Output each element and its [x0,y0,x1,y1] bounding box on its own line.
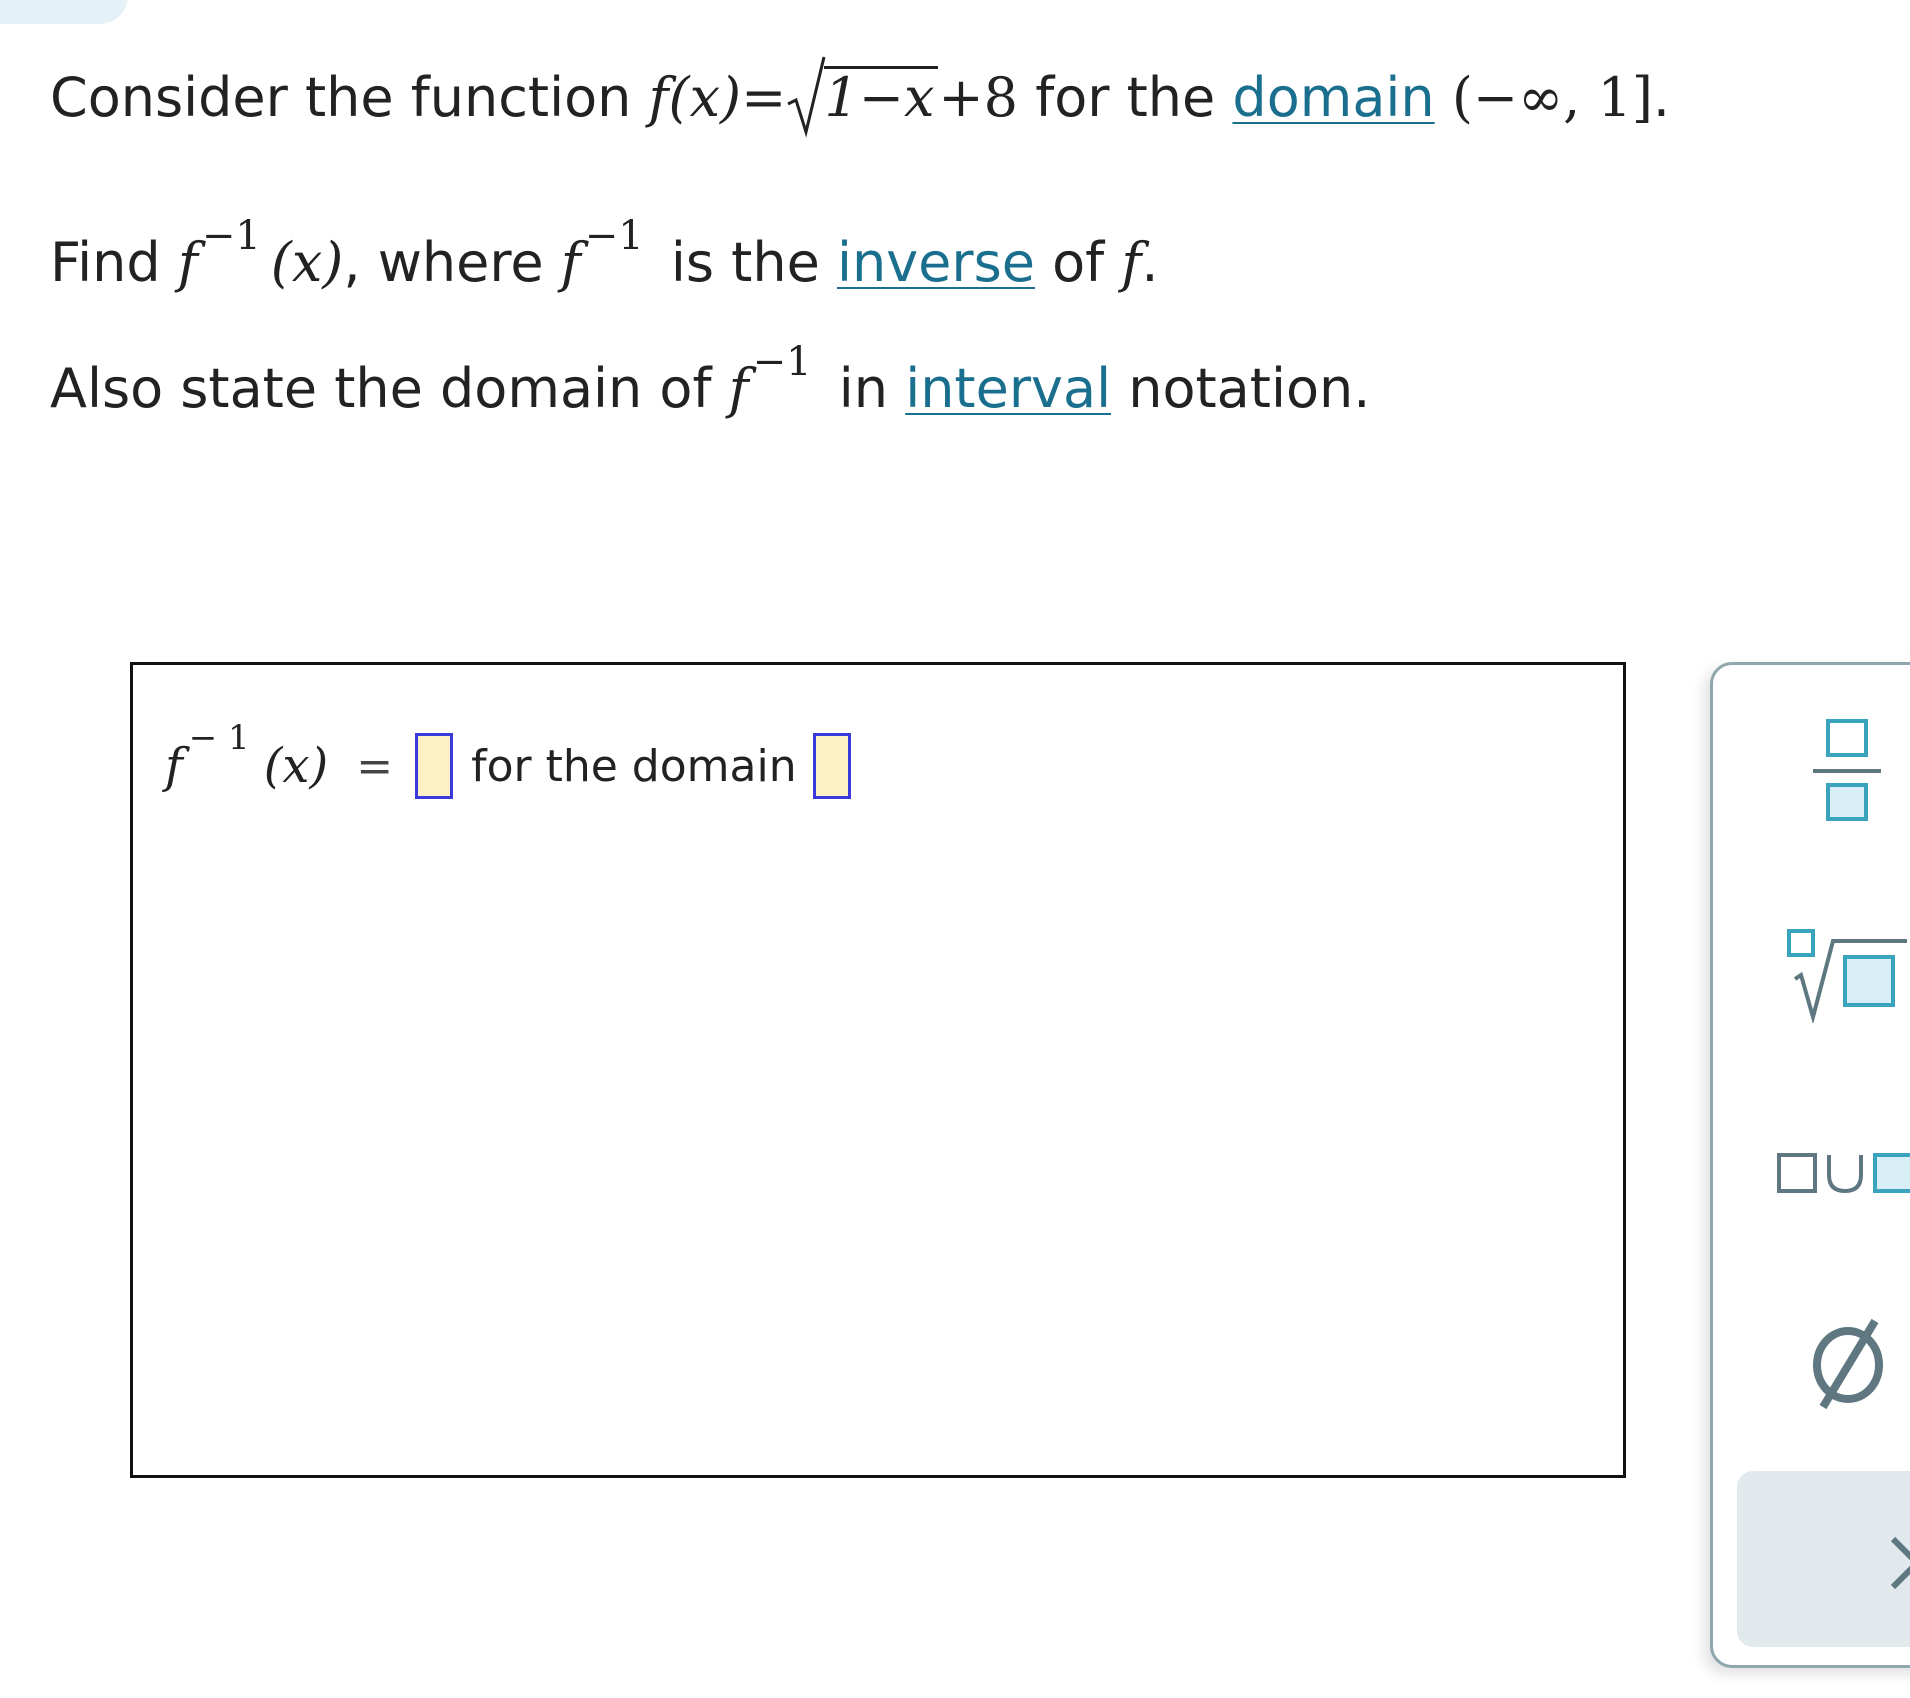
line2-of: of [1052,231,1105,294]
line1-prefix: Consider the function [50,66,632,129]
top-tab[interactable] [0,0,128,24]
line2-where: , where [343,231,544,294]
inverse-link[interactable]: inverse [837,231,1035,294]
close-icon [1890,1536,1910,1590]
function-name: f [648,66,669,129]
domain-interval: (−∞, 1] [1451,66,1653,129]
palette-next-button[interactable] [1737,1471,1910,1647]
square-root: 1−x [786,56,939,138]
fraction-icon [1813,719,1881,821]
radicand: 1−x [824,66,939,125]
line3-suffix: notation. [1128,357,1371,420]
problem-line-3: Also state the domain of f −1 in interval… [50,342,1370,416]
inverse-expression-input[interactable] [415,733,454,799]
nth-root-button[interactable] [1785,927,1909,1025]
answer-line: f − 1 (x) = for the domain [165,718,851,799]
line1-middle: for the [1035,66,1216,129]
union-button[interactable] [1775,1141,1910,1201]
line2-prefix: Find [50,231,161,294]
math-palette [1710,662,1910,1668]
radical-sign-icon [787,56,826,138]
inverse-function-arg: (x) [270,231,344,294]
problem-line-1: Consider the function f(x)= 1−x+8 for the… [50,56,1670,138]
nth-root-icon [1787,929,1907,1025]
function-arg: (x) [668,66,742,129]
inverse-function-name: f [177,231,198,294]
inverse-function-name-3: f [728,357,749,420]
line1-period: . [1652,66,1671,129]
inverse-exponent: −1 [201,213,261,259]
inverse-exponent-3: −1 [752,339,812,385]
problem-line-2: Find f −1 (x), where f −1 is the inverse of… [50,216,1159,290]
line2-period: . [1141,231,1159,294]
plus-term: +8 [938,66,1019,129]
answer-function-arg: (x) [263,738,329,794]
fraction-button[interactable] [1807,715,1887,825]
line3-prefix: Also state the domain of [50,357,712,420]
domain-interval-input[interactable] [812,733,851,799]
empty-set-icon [1813,1318,1883,1410]
empty-set-button[interactable] [1805,1313,1891,1413]
domain-link[interactable]: domain [1232,66,1434,129]
inverse-exponent-2: −1 [584,213,644,259]
union-icon [1777,1153,1910,1194]
answer-exponent: − 1 [188,718,250,758]
line2-is-the: is the [670,231,820,294]
answer-equals: = [356,740,394,792]
function-name-3: f [1121,231,1142,294]
answer-function-name: f [165,738,183,794]
answer-box[interactable]: f − 1 (x) = for the domain [130,662,1626,1478]
answer-domain-label: for the domain [471,740,797,792]
equals-sign: = [741,66,787,129]
page: Consider the function f(x)= 1−x+8 for the… [0,0,1910,1698]
inverse-function-name-2: f [560,231,581,294]
interval-link[interactable]: interval [905,357,1111,420]
line3-in: in [838,357,889,420]
